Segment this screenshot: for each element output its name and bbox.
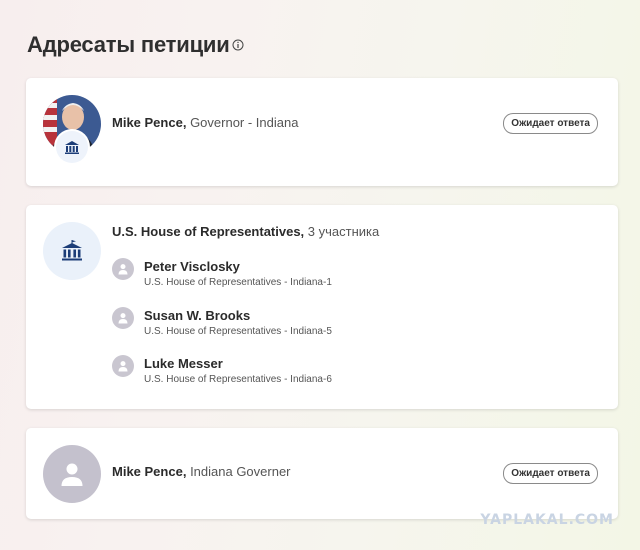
recipient-name-line: Mike Pence, Indiana Governer [112, 464, 291, 479]
user-avatar-icon [112, 258, 134, 280]
recipient-role: Indiana Governer [190, 464, 291, 479]
user-avatar-icon [43, 445, 101, 503]
government-building-icon [56, 131, 88, 163]
recipient-card-house[interactable]: U.S. House of Representatives, 3 участни… [26, 205, 618, 409]
user-avatar-icon [112, 307, 134, 329]
member-role: U.S. House of Representatives - Indiana-… [144, 277, 332, 288]
info-icon[interactable] [232, 39, 244, 51]
group-name-line: U.S. House of Representatives, 3 участни… [112, 224, 379, 239]
recipient-name-line: Mike Pence, Governor - Indiana [112, 115, 298, 130]
page-title: Адресаты петиции [27, 32, 230, 57]
status-badge: Ожидает ответа [503, 463, 598, 484]
recipient-card-governor-2[interactable]: Mike Pence, Indiana Governer Ожидает отв… [26, 428, 618, 519]
recipient-role: Governor - Indiana [190, 115, 299, 130]
group-member-count: 3 участника [307, 224, 380, 239]
member-role: U.S. House of Representatives - Indiana-… [144, 374, 332, 385]
group-name[interactable]: U.S. House of Representatives, [112, 224, 304, 239]
recipient-card-governor[interactable]: Mike Pence, Governor - Indiana Ожидает о… [26, 78, 618, 186]
member-name: Peter Visclosky [144, 259, 240, 274]
government-building-icon [43, 222, 101, 280]
watermark: YAPLAKAL.COM [480, 512, 614, 528]
member-name: Susan W. Brooks [144, 308, 251, 323]
recipient-name[interactable]: Mike Pence, [112, 115, 186, 130]
member-role: U.S. House of Representatives - Indiana-… [144, 326, 332, 337]
user-avatar-icon [112, 355, 134, 377]
status-badge: Ожидает ответа [503, 113, 598, 134]
recipient-name[interactable]: Mike Pence, [112, 464, 186, 479]
member-name: Luke Messer [144, 356, 223, 371]
